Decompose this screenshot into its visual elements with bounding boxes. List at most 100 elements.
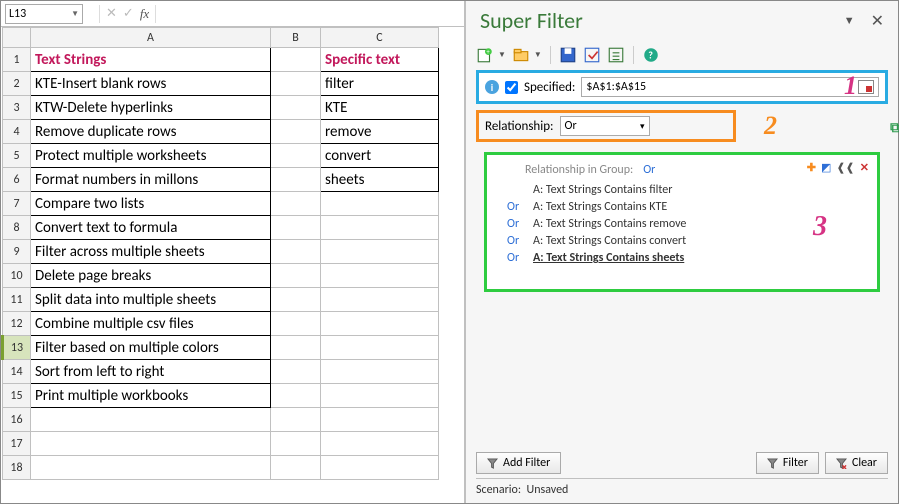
save-as-icon[interactable] [583, 46, 601, 64]
cell[interactable] [321, 360, 439, 384]
cell[interactable]: Delete page breaks [31, 264, 271, 288]
row-header[interactable]: 10 [3, 264, 31, 288]
cell[interactable] [271, 144, 321, 168]
row-header[interactable]: 7 [3, 192, 31, 216]
cell[interactable]: Print multiple workbooks [31, 384, 271, 408]
cell[interactable]: Filter based on multiple colors [31, 336, 271, 360]
cell[interactable] [321, 384, 439, 408]
cell[interactable]: Text Strings [31, 48, 271, 72]
cell[interactable] [321, 336, 439, 360]
cell[interactable] [271, 312, 321, 336]
cell[interactable]: Protect multiple worksheets [31, 144, 271, 168]
cell[interactable] [31, 432, 271, 456]
row-header[interactable]: 5 [3, 144, 31, 168]
info-icon[interactable]: i [485, 80, 499, 94]
chevron-down-icon[interactable]: ▼ [534, 50, 542, 60]
cell[interactable] [271, 48, 321, 72]
cell[interactable]: KTE [321, 96, 439, 120]
range-picker-icon[interactable] [858, 80, 874, 94]
check-icon[interactable]: ✓ [123, 6, 134, 21]
row-header[interactable]: 13 [3, 336, 31, 360]
cell[interactable] [321, 312, 439, 336]
cell[interactable]: convert [321, 144, 439, 168]
row-header[interactable]: 3 [3, 96, 31, 120]
add-condition-icon[interactable]: ✚ [807, 161, 816, 174]
cell[interactable] [271, 288, 321, 312]
cell[interactable]: Format numbers in millons [31, 168, 271, 192]
relationship-select[interactable]: Or ▾ [560, 116, 650, 136]
open-scenario-icon[interactable] [512, 46, 530, 64]
cell[interactable] [271, 432, 321, 456]
row-header[interactable]: 11 [3, 288, 31, 312]
duplicate-icon[interactable]: ◩ [821, 161, 831, 174]
cell[interactable]: Convert text to formula [31, 216, 271, 240]
cell[interactable] [271, 360, 321, 384]
row-header[interactable]: 17 [3, 432, 31, 456]
cell[interactable] [321, 240, 439, 264]
row-header[interactable]: 15 [3, 384, 31, 408]
cell[interactable] [321, 408, 439, 432]
col-header-b[interactable]: B [271, 28, 321, 48]
cell[interactable]: Compare two lists [31, 192, 271, 216]
filter-button[interactable]: Filter [756, 452, 819, 474]
clear-button[interactable]: Clear [825, 452, 888, 474]
row-header[interactable]: 6 [3, 168, 31, 192]
group-header-value[interactable]: Or [643, 163, 655, 177]
cell[interactable] [321, 216, 439, 240]
collapse-icon[interactable]: ❰❰ [836, 161, 854, 174]
cell[interactable] [271, 216, 321, 240]
add-filter-button[interactable]: Add Filter [476, 452, 561, 474]
name-box[interactable]: L13 ▼ [5, 4, 83, 24]
cell[interactable]: KTW-Delete hyperlinks [31, 96, 271, 120]
cell[interactable] [321, 264, 439, 288]
chevron-down-icon[interactable]: ▼ [71, 9, 79, 19]
remove-group-icon[interactable]: ✕ [860, 161, 869, 174]
cell[interactable] [321, 192, 439, 216]
cell[interactable]: sheets [321, 168, 439, 192]
select-all-cell[interactable] [3, 28, 31, 48]
manage-icon[interactable] [607, 46, 625, 64]
cell[interactable] [321, 456, 439, 480]
cell[interactable]: Split data into multiple sheets [31, 288, 271, 312]
condition-row[interactable]: OrA: Text Strings Contains sheets [507, 251, 867, 265]
row-header[interactable]: 18 [3, 456, 31, 480]
save-icon[interactable] [559, 46, 577, 64]
row-header[interactable]: 9 [3, 240, 31, 264]
cell[interactable] [271, 72, 321, 96]
condition-row[interactable]: A: Text Strings Contains filter [507, 183, 867, 197]
worksheet-grid[interactable]: A B C 1Text StringsSpecific text 2KTE-In… [1, 27, 439, 480]
cell[interactable] [271, 120, 321, 144]
cell[interactable]: KTE-Insert blank rows [31, 72, 271, 96]
row-header[interactable]: 8 [3, 216, 31, 240]
col-header-c[interactable]: C [321, 28, 439, 48]
row-header[interactable]: 4 [3, 120, 31, 144]
row-header[interactable]: 1 [3, 48, 31, 72]
help-icon[interactable]: ? [642, 46, 660, 64]
close-icon[interactable]: ✕ [871, 11, 884, 31]
add-group-icon[interactable]: ⧉ [890, 119, 899, 136]
cell[interactable]: Sort from left to right [31, 360, 271, 384]
chevron-down-icon[interactable]: ▼ [498, 50, 506, 60]
cell[interactable] [271, 192, 321, 216]
cell[interactable] [31, 408, 271, 432]
cell[interactable] [271, 168, 321, 192]
cell[interactable]: Specific text [321, 48, 439, 72]
cell[interactable] [321, 432, 439, 456]
cell[interactable] [271, 264, 321, 288]
panel-menu-icon[interactable]: ▼ [844, 14, 855, 27]
cell[interactable]: remove [321, 120, 439, 144]
specified-checkbox[interactable] [505, 81, 518, 94]
new-scenario-icon[interactable]: + [476, 46, 494, 64]
cell[interactable] [31, 456, 271, 480]
row-header[interactable]: 2 [3, 72, 31, 96]
row-header[interactable]: 12 [3, 312, 31, 336]
cell[interactable] [321, 288, 439, 312]
cell[interactable] [271, 96, 321, 120]
row-header[interactable]: 16 [3, 408, 31, 432]
specified-range-input[interactable]: $A$1:$A$15 [581, 77, 879, 97]
cancel-icon[interactable]: ✕ [106, 6, 117, 21]
cell[interactable] [271, 384, 321, 408]
row-header[interactable]: 14 [3, 360, 31, 384]
cell[interactable]: Remove duplicate rows [31, 120, 271, 144]
fx-icon[interactable]: fx [140, 6, 149, 22]
